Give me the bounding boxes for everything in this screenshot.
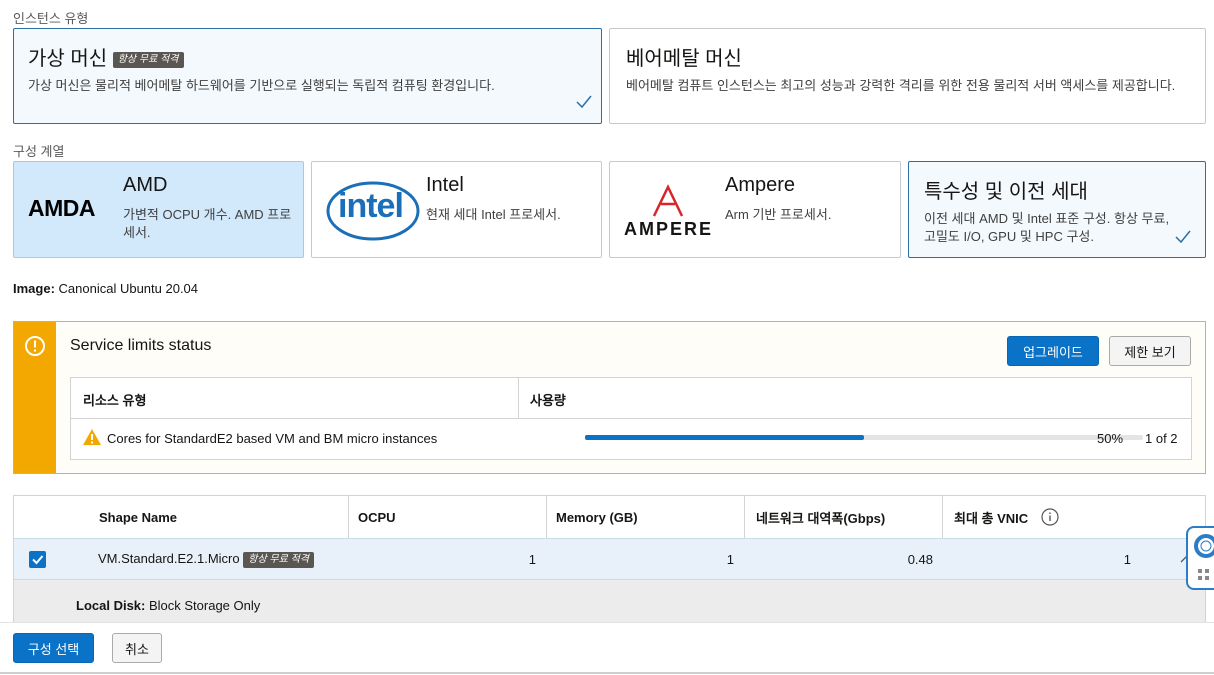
col-memory[interactable]: Memory (GB) <box>556 496 638 538</box>
ampere-card-desc: Arm 기반 프로세서. <box>725 207 832 222</box>
limits-header-row <box>71 378 1191 419</box>
specialty-card-desc: 이전 세대 AMD 및 Intel 표준 구성. 항상 무료, 고밀도 I/O,… <box>924 211 1170 244</box>
image-value: Canonical Ubuntu 20.04 <box>58 281 199 296</box>
col-bandwidth[interactable]: 네트워크 대역폭(Gbps) <box>756 496 885 538</box>
check-icon <box>576 95 592 109</box>
col-ocpu[interactable]: OCPU <box>358 496 396 538</box>
amd-logo: AMDA <box>28 195 96 221</box>
usage-progress-fill <box>585 435 864 440</box>
shapes-table: Shape Name OCPU Memory (GB) 네트워크 대역폭(Gbp… <box>13 495 1206 625</box>
usage-progress-bar <box>585 435 1143 440</box>
intel-card-desc: 현재 세대 Intel 프로세서. <box>426 207 561 222</box>
row-detail: Local Disk: Block Storage Only <box>14 580 1205 625</box>
select-shape-button[interactable]: 구성 선택 <box>13 633 94 663</box>
image-info: Image: Canonical Ubuntu 20.04 <box>13 281 198 296</box>
usage-count: 1 of 2 <box>1145 431 1178 446</box>
grid-dots-icon <box>1198 569 1209 580</box>
vm-card-desc: 가상 머신은 물리적 베어메탈 하드웨어를 기반으로 실행되는 독립적 컴퓨팅 … <box>28 78 495 93</box>
series-intel-card[interactable]: intel Intel 현재 세대 Intel 프로세서. <box>311 161 602 258</box>
bm-card-title: 베어메탈 머신 <box>626 48 742 70</box>
instance-type-bm-card[interactable]: 베어메탈 머신 베어메탈 컴퓨트 인스턴스는 최고의 성능과 강력한 격리를 위… <box>609 28 1206 124</box>
series-amd-card[interactable]: AMDA AMD 가변적 OCPU 개수. AMD 프로세서. <box>13 161 304 258</box>
warning-stripe <box>14 322 56 473</box>
service-limits-title: Service limits status <box>70 337 212 354</box>
limits-col-usage: 사용량 <box>530 393 566 408</box>
image-label: Image: <box>13 281 55 296</box>
warning-triangle-icon <box>83 429 101 445</box>
limits-col-resource: 리소스 유형 <box>83 393 147 408</box>
always-free-badge: 항상 무료 적격 <box>243 551 315 568</box>
col-shape-name[interactable]: Shape Name <box>99 496 177 538</box>
shape-series-label: 구성 계열 <box>13 144 65 159</box>
upgrade-button[interactable]: 업그레이드 <box>1007 336 1099 366</box>
view-limits-button[interactable]: 제한 보기 <box>1109 336 1191 366</box>
table-row[interactable]: VM.Standard.E2.1.Micro 항상 무료 적격 1 1 0.48… <box>14 538 1205 580</box>
shape-bandwidth: 0.48 <box>907 552 933 567</box>
ampere-card-title: Ampere <box>725 174 796 196</box>
series-specialty-card[interactable]: 특수성 및 이전 세대 이전 세대 AMD 및 Intel 표준 구성. 항상 … <box>908 161 1206 258</box>
service-limits-table: 리소스 유형 사용량 Cores for StandardE2 based VM… <box>70 377 1192 460</box>
ampere-logo-mark <box>652 184 684 217</box>
intel-card-title: Intel <box>426 174 464 196</box>
series-ampere-card[interactable]: AMPERE Ampere Arm 기반 프로세서. <box>609 161 901 258</box>
intel-logo-text: intel <box>338 187 404 225</box>
row-checkbox[interactable] <box>29 551 46 568</box>
instance-type-label: 인스턴스 유형 <box>13 11 89 26</box>
amd-card-desc: 가변적 OCPU 개수. AMD 프로세서. <box>123 207 292 240</box>
checkmark-icon <box>32 555 44 565</box>
instance-type-vm-card[interactable]: 가상 머신 항상 무료 적격 가상 머신은 물리적 베어메탈 하드웨어를 기반으… <box>13 28 602 124</box>
check-icon <box>1175 230 1191 244</box>
bm-card-desc: 베어메탈 컴퓨트 인스턴스는 최고의 성능과 강력한 격리를 위한 전용 물리적… <box>626 78 1176 93</box>
local-disk-label: Local Disk: <box>76 598 146 613</box>
limits-header-divider <box>518 378 519 419</box>
footer-bar: 구성 선택 취소 <box>0 622 1214 675</box>
info-icon[interactable] <box>1041 508 1059 526</box>
specialty-card-title: 특수성 및 이전 세대 <box>924 181 1088 203</box>
ampere-logo: AMPERE <box>624 219 714 239</box>
amd-card-title: AMD <box>123 174 168 196</box>
footer-divider <box>0 672 1214 674</box>
help-widget[interactable] <box>1186 526 1214 590</box>
warning-circle-icon <box>25 336 45 356</box>
always-free-badge: 항상 무료 적격 <box>112 51 184 68</box>
local-disk-value: Block Storage Only <box>148 598 261 613</box>
shape-memory: 1 <box>726 552 734 567</box>
shape-ocpu: 1 <box>528 552 536 567</box>
vm-card-title: 가상 머신 <box>28 48 108 70</box>
shape-name: VM.Standard.E2.1.Micro <box>98 551 240 566</box>
usage-percent: 50% <box>1097 431 1124 446</box>
cancel-button[interactable]: 취소 <box>112 633 162 663</box>
service-limits-panel: Service limits status 업그레이드 제한 보기 리소스 유형… <box>13 321 1206 474</box>
col-max-vnic[interactable]: 최대 총 VNIC <box>954 496 1028 538</box>
shape-vnic: 1 <box>1123 552 1131 567</box>
limits-resource-text: Cores for StandardE2 based VM and BM mic… <box>107 431 438 446</box>
lifebuoy-icon <box>1194 534 1214 558</box>
